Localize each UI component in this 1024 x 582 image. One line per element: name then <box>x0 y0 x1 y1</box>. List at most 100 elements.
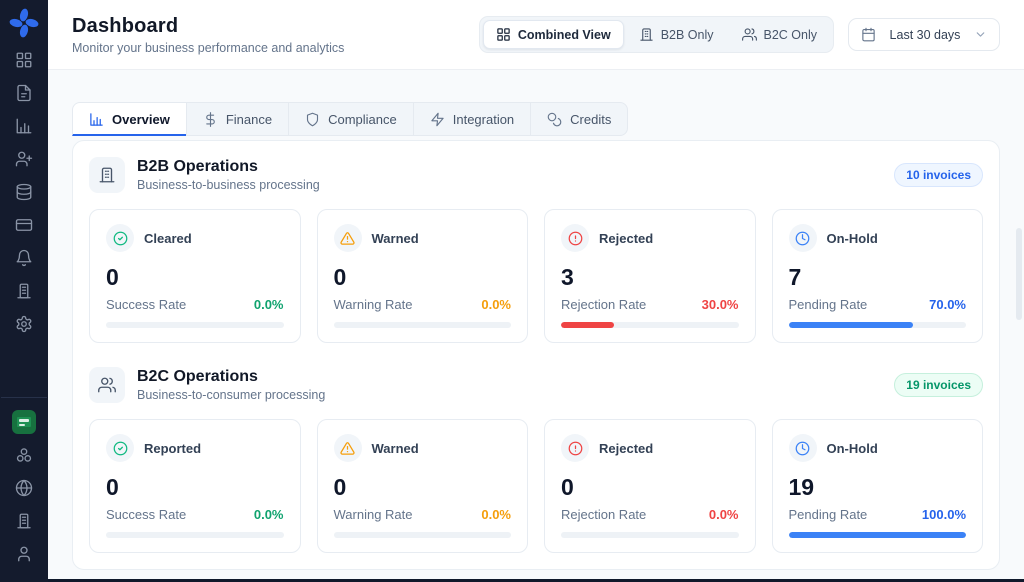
database-icon[interactable] <box>15 183 33 201</box>
clock-icon <box>789 434 817 462</box>
stat-card-warned: Warned 0 Warning Rate 0.0% <box>317 209 529 343</box>
saudi-flag-icon[interactable] <box>12 410 36 434</box>
invoice-count-badge: 10 invoices <box>894 163 983 187</box>
page-header: Dashboard Monitor your business performa… <box>48 0 1024 70</box>
notifications-bell-icon[interactable] <box>15 249 33 267</box>
check-circle-icon <box>106 434 134 462</box>
page-subtitle: Monitor your business performance and an… <box>72 41 344 55</box>
building-icon <box>639 27 654 42</box>
dashboard-grid-icon[interactable] <box>15 51 33 69</box>
progress-bar <box>334 532 512 538</box>
settings-gear-icon[interactable] <box>15 315 33 333</box>
section-subtitle: Business-to-consumer processing <box>137 388 325 402</box>
calendar-icon <box>861 27 876 42</box>
sidebar-divider <box>1 397 47 398</box>
stat-card-label: Rejected <box>599 231 653 246</box>
progress-bar <box>789 322 967 328</box>
view-toggle-group: Combined View B2B Only B2C Only <box>479 16 834 53</box>
b2b-stat-cards: Cleared 0 Success Rate 0.0% Warned <box>89 209 983 343</box>
rate-label: Warning Rate <box>334 297 413 312</box>
app-logo-icon <box>9 8 39 38</box>
analytics-chart-icon[interactable] <box>15 117 33 135</box>
header-controls: Combined View B2B Only B2C Only Last 30 … <box>479 16 1000 53</box>
toggle-label: B2B Only <box>661 28 714 42</box>
section-title-block: B2C Operations Business-to-consumer proc… <box>137 368 325 402</box>
section-subtitle: Business-to-business processing <box>137 178 320 192</box>
stat-card-value: 7 <box>789 264 967 291</box>
tab-label: Integration <box>453 112 514 127</box>
rate-value: 0.0% <box>481 507 511 522</box>
sidebar-nav-top <box>15 51 33 333</box>
clock-icon <box>789 224 817 252</box>
overview-panel: B2B Operations Business-to-business proc… <box>72 140 1000 570</box>
stat-card-label: Cleared <box>144 231 192 246</box>
tab-finance[interactable]: Finance <box>186 102 289 136</box>
printer-icon[interactable] <box>15 282 33 300</box>
scrollbar-thumb[interactable] <box>1016 228 1022 320</box>
rate-label: Success Rate <box>106 507 186 522</box>
building-icon <box>89 157 125 193</box>
progress-bar <box>789 532 967 538</box>
chevron-down-icon <box>974 28 987 41</box>
progress-fill <box>789 532 967 538</box>
rate-label: Pending Rate <box>789 507 868 522</box>
stat-card-label: On-Hold <box>827 441 878 456</box>
b2c-operations-section: B2C Operations Business-to-consumer proc… <box>89 367 983 553</box>
coins-icon <box>547 112 562 127</box>
stat-card-value: 0 <box>106 264 284 291</box>
section-title-block: B2B Operations Business-to-business proc… <box>137 158 320 192</box>
tab-integration[interactable]: Integration <box>413 102 531 136</box>
stat-card-label: Reported <box>144 441 201 456</box>
rate-label: Success Rate <box>106 297 186 312</box>
rate-value: 0.0% <box>709 507 739 522</box>
alert-triangle-icon <box>334 224 362 252</box>
progress-bar <box>106 322 284 328</box>
rate-value: 0.0% <box>254 297 284 312</box>
stat-card-rejected: Rejected 0 Rejection Rate 0.0% <box>544 419 756 553</box>
date-range-select[interactable]: Last 30 days <box>848 18 1000 51</box>
bar-chart-icon <box>89 112 104 127</box>
stat-card-label: Warned <box>372 231 419 246</box>
progress-bar <box>106 532 284 538</box>
stat-card-value: 0 <box>334 474 512 501</box>
rate-value: 0.0% <box>254 507 284 522</box>
tab-compliance[interactable]: Compliance <box>288 102 414 136</box>
rate-value: 100.0% <box>922 507 966 522</box>
rate-value: 70.0% <box>929 297 966 312</box>
stat-card-warned: Warned 0 Warning Rate 0.0% <box>317 419 529 553</box>
b2c-stat-cards: Reported 0 Success Rate 0.0% Warned <box>89 419 983 553</box>
add-user-icon[interactable] <box>15 150 33 168</box>
stat-card-value: 0 <box>334 264 512 291</box>
zap-icon <box>430 112 445 127</box>
invoice-count-badge: 19 invoices <box>894 373 983 397</box>
globe-icon[interactable] <box>15 479 33 497</box>
shield-icon <box>305 112 320 127</box>
credit-card-icon[interactable] <box>15 216 33 234</box>
toggle-combined-view[interactable]: Combined View <box>483 20 624 49</box>
section-title: B2B Operations <box>137 158 320 176</box>
tab-label: Credits <box>570 112 611 127</box>
toggle-label: B2C Only <box>764 28 818 42</box>
toggle-b2c-only[interactable]: B2C Only <box>729 20 831 49</box>
documents-icon[interactable] <box>15 84 33 102</box>
sidebar-nav-bottom <box>15 446 33 563</box>
section-title: B2C Operations <box>137 368 325 386</box>
stat-card-on-hold: On-Hold 19 Pending Rate 100.0% <box>772 419 984 553</box>
stat-card-label: Warned <box>372 441 419 456</box>
tab-credits[interactable]: Credits <box>530 102 628 136</box>
check-circle-icon <box>106 224 134 252</box>
apps-cluster-icon[interactable] <box>15 446 33 464</box>
rate-value: 0.0% <box>481 297 511 312</box>
user-profile-icon[interactable] <box>15 545 33 563</box>
b2b-operations-section: B2B Operations Business-to-business proc… <box>89 157 983 343</box>
title-block: Dashboard Monitor your business performa… <box>72 15 344 55</box>
alert-circle-icon <box>561 224 589 252</box>
stat-card-label: Rejected <box>599 441 653 456</box>
rate-label: Warning Rate <box>334 507 413 522</box>
toggle-b2b-only[interactable]: B2B Only <box>626 20 727 49</box>
sidebar <box>0 0 48 582</box>
alert-triangle-icon <box>334 434 362 462</box>
tab-overview[interactable]: Overview <box>72 102 187 136</box>
printer-icon[interactable] <box>15 512 33 530</box>
rate-label: Rejection Rate <box>561 507 646 522</box>
